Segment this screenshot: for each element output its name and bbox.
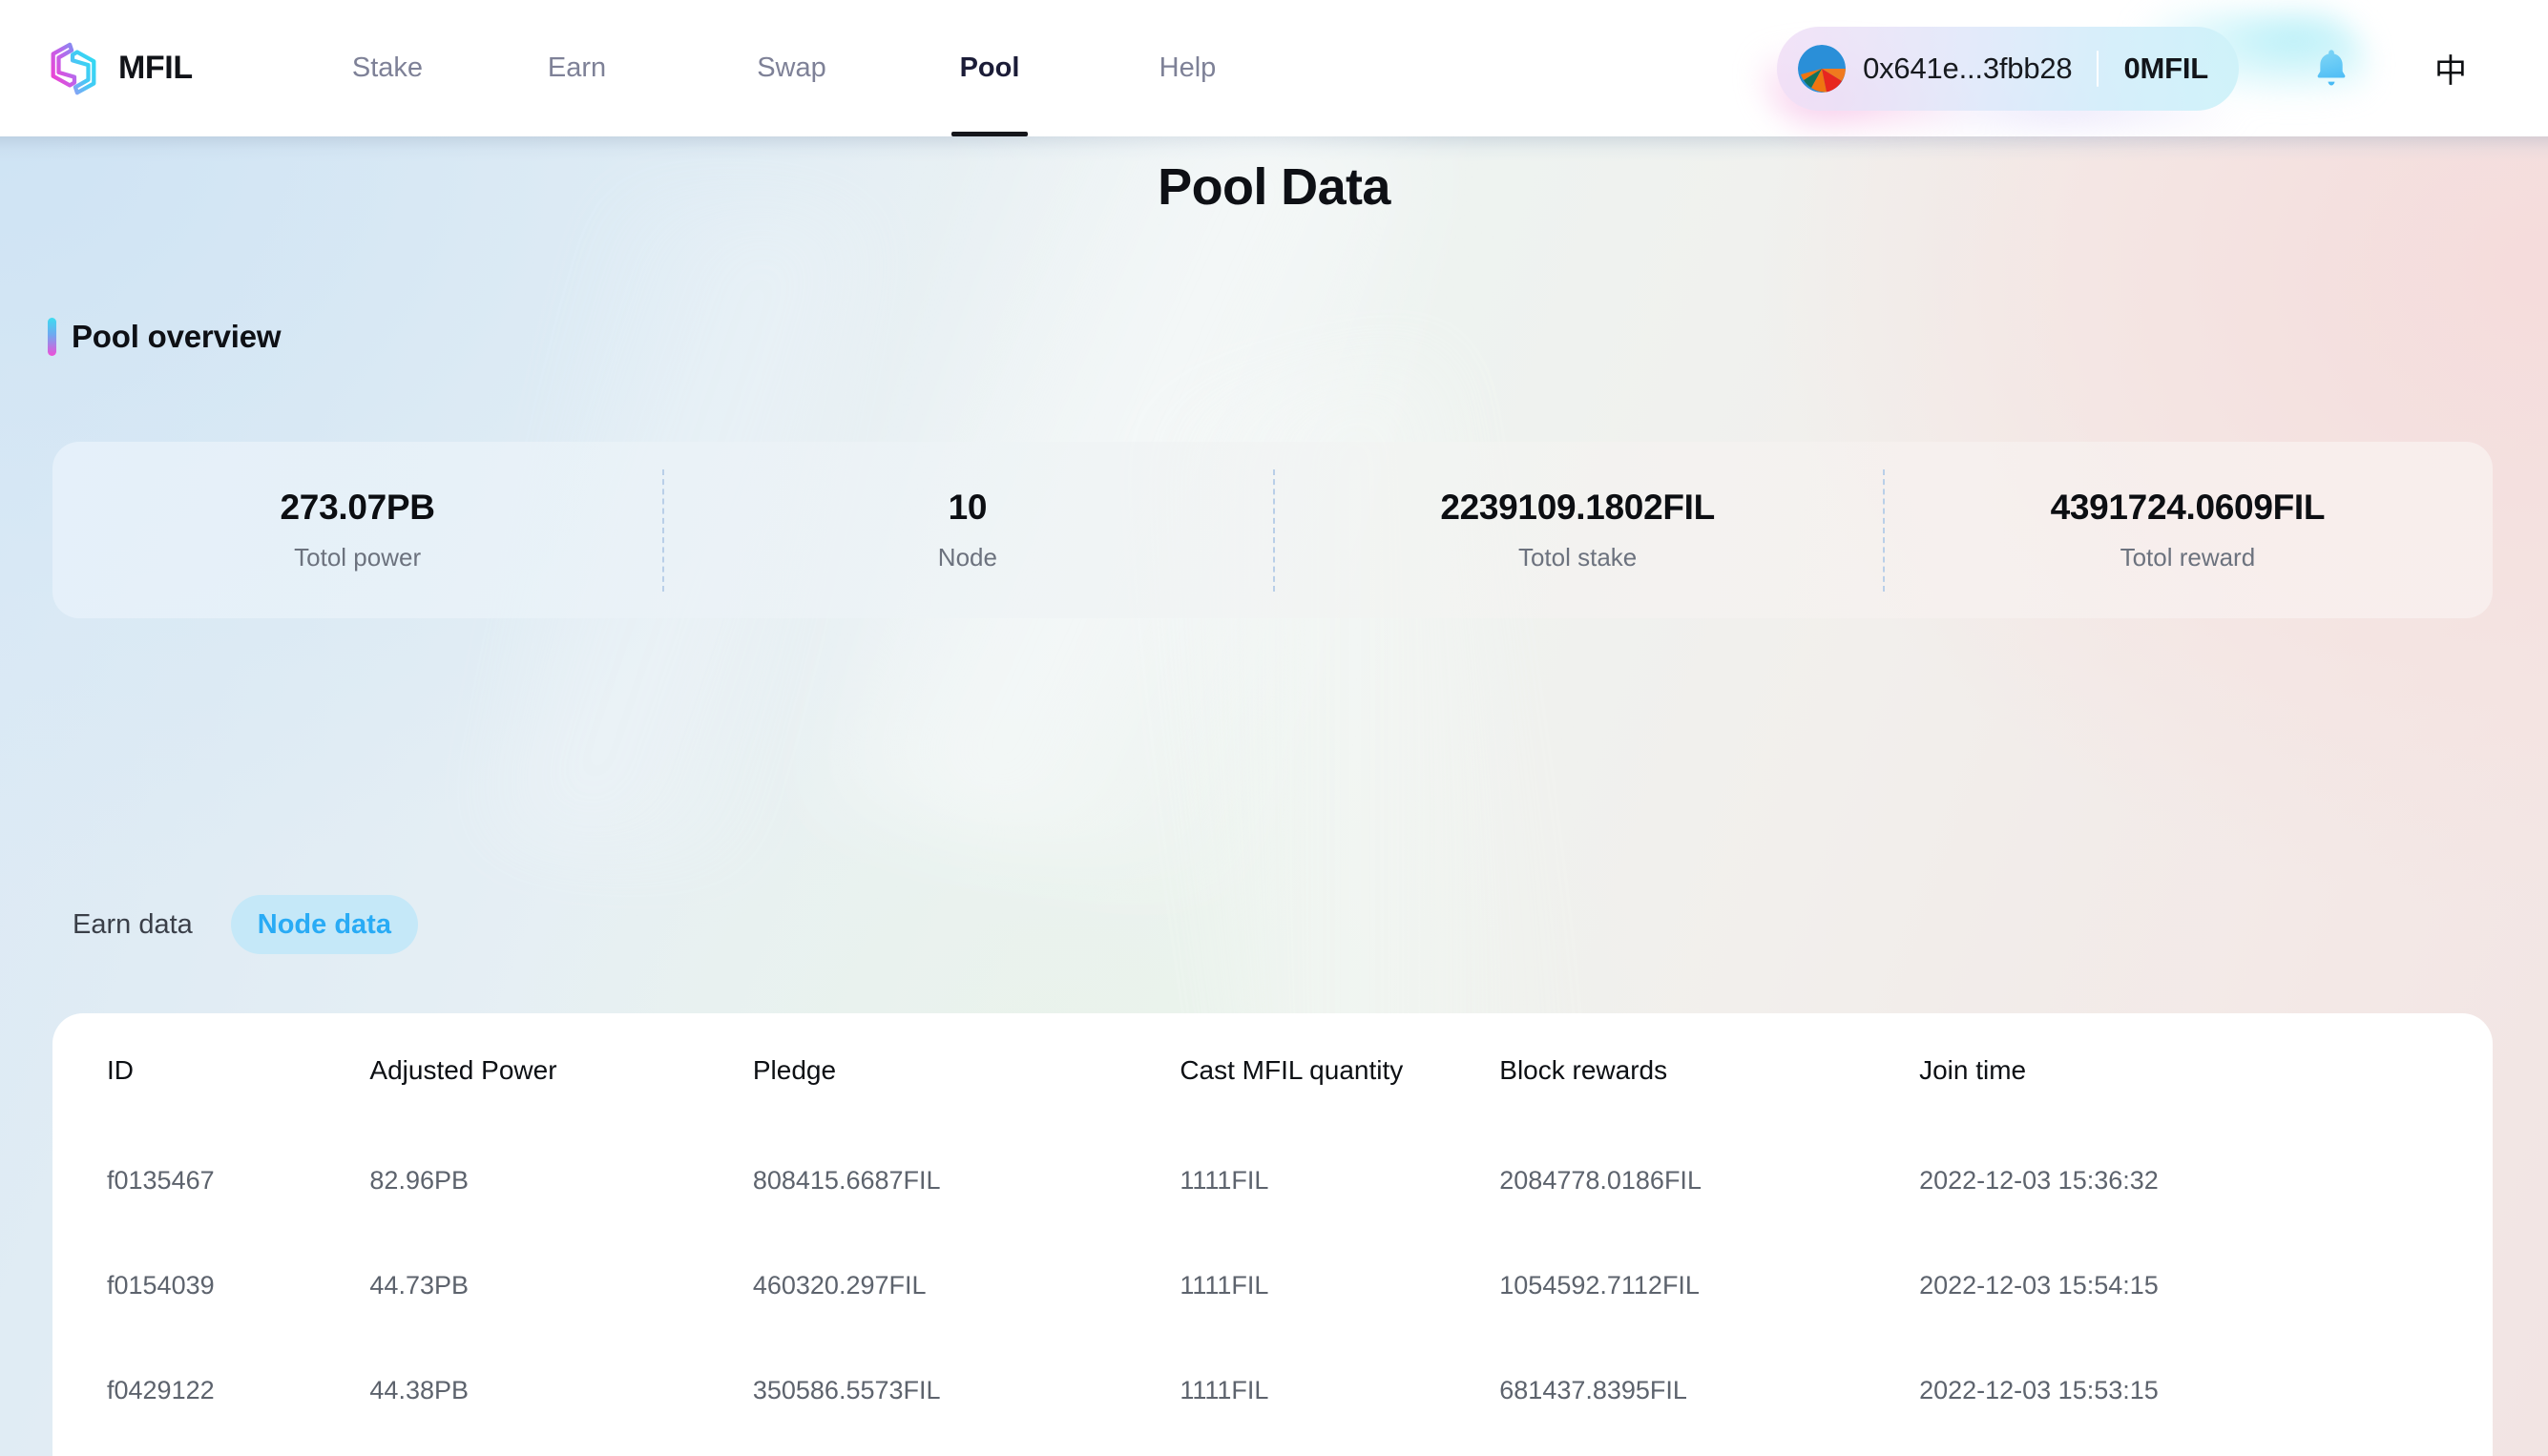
data-tabs: Earn data Node data [46,895,418,954]
column-header-id[interactable]: ID [52,1013,369,1128]
notification-bell-icon [2317,49,2346,85]
language-toggle-button[interactable]: 中 [2422,40,2479,97]
mfil-hexagon-logo-icon [51,42,96,94]
wallet-widget: 0x641e...3fbb28 0MFIL [1760,10,2368,126]
stat-value: 4391724.0609FIL [2050,488,2326,527]
cell-adjusted-power: 44.73PB [369,1270,469,1300]
cell-id: f0429122 [107,1375,215,1404]
cell-cast-mfil: 1111FIL [1180,1165,1269,1195]
tab-earn-data[interactable]: Earn data [46,895,219,954]
stat-node: 10 Node [662,488,1272,572]
header-right-controls: 0x641e...3fbb28 0MFIL 中 [1760,0,2548,136]
wallet-avatar-pie-icon [1798,44,1847,93]
cell-join-time: 2022-12-03 15:53:15 [1919,1375,2159,1404]
cell-id: f0135467 [107,1165,215,1195]
main-content: Pool Data Pool overview 273.07PB Totol p… [0,136,2548,1456]
wallet-address: 0x641e...3fbb28 [1863,51,2073,85]
section-title: Pool overview [72,319,282,354]
nav-label: Stake [351,52,424,83]
table-header-row: ID Adjusted Power Pledge Cast MFIL quant… [52,1013,2493,1128]
table-row[interactable]: f0135467 82.96PB 808415.6687FIL 1111FIL … [52,1128,2493,1233]
tab-label: Earn data [73,908,193,940]
cell-block-rewards: 681437.8395FIL [1499,1375,1687,1404]
nav-label: Earn [547,52,607,83]
column-header-cast-mfil-quantity[interactable]: Cast MFIL quantity [1180,1013,1499,1128]
section-accent-bar [48,318,56,356]
wallet-button[interactable]: 0x641e...3fbb28 0MFIL [1777,26,2239,111]
table-body: f0135467 82.96PB 808415.6687FIL 1111FIL … [52,1128,2493,1443]
table-row[interactable]: f0154039 44.73PB 460320.297FIL 1111FIL 1… [52,1233,2493,1338]
cell-pledge: 808415.6687FIL [752,1165,941,1195]
language-label: 中 [2434,53,2467,90]
nav-item-help[interactable]: Help [1080,0,1295,136]
nav-item-earn[interactable]: Earn [470,0,684,136]
stat-value: 10 [948,488,988,527]
stat-label: Totol stake [1517,543,1638,572]
table-header: ID Adjusted Power Pledge Cast MFIL quant… [52,1013,2493,1128]
nav-item-pool[interactable]: Pool [899,0,1080,136]
notification-bell-button[interactable] [2306,40,2357,97]
stat-total-reward: 4391724.0609FIL Totol reward [1883,488,2493,572]
brand-name: MFIL [118,50,193,86]
stat-total-power: 273.07PB Totol power [52,488,662,572]
cell-block-rewards: 1054592.7112FIL [1499,1270,1700,1300]
cell-block-rewards: 2084778.0186FIL [1499,1165,1702,1195]
nav-label: Help [1159,52,1217,83]
stat-value: 2239109.1802FIL [1440,488,1715,527]
wallet-divider [2097,50,2099,87]
tab-label: Node data [257,908,391,940]
app-header: MFIL Stake Earn Swap Pool Help 0x641e...… [0,0,2548,136]
stat-label: Totol power [294,543,422,572]
page-title: Pool Data [1158,158,1390,216]
cell-pledge: 350586.5573FIL [752,1375,941,1404]
stat-value: 273.07PB [280,488,435,527]
cell-cast-mfil: 1111FIL [1180,1375,1269,1404]
tab-node-data[interactable]: Node data [230,895,418,954]
wallet-balance: 0MFIL [2123,51,2208,85]
cell-cast-mfil: 1111FIL [1180,1270,1269,1300]
column-header-adjusted-power[interactable]: Adjusted Power [369,1013,752,1128]
column-header-block-rewards[interactable]: Block rewards [1499,1013,1919,1128]
node-data-table-card: ID Adjusted Power Pledge Cast MFIL quant… [52,1013,2493,1456]
cell-adjusted-power: 44.38PB [369,1375,469,1404]
column-header-join-time[interactable]: Join time [1919,1013,2493,1128]
cell-adjusted-power: 82.96PB [369,1165,469,1195]
column-header-pledge[interactable]: Pledge [753,1013,1180,1128]
cell-join-time: 2022-12-03 15:36:32 [1919,1165,2159,1195]
table-row[interactable]: f0429122 44.38PB 350586.5573FIL 1111FIL … [52,1338,2493,1443]
stat-label: Totol reward [2120,543,2256,572]
nav-item-stake[interactable]: Stake [305,0,470,136]
cell-id: f0154039 [107,1270,215,1300]
brand-logo[interactable]: MFIL [44,0,193,136]
cell-pledge: 460320.297FIL [752,1270,927,1300]
cell-join-time: 2022-12-03 15:54:15 [1919,1270,2159,1300]
stat-label: Node [937,543,997,572]
nav-label: Swap [757,52,826,83]
section-header-pool-overview: Pool overview [48,318,282,356]
nav-label: Pool [959,52,1020,83]
pool-overview-stats-card: 273.07PB Totol power 10 Node 2239109.180… [52,442,2493,618]
main-navigation: Stake Earn Swap Pool Help [305,0,1295,136]
node-data-table: ID Adjusted Power Pledge Cast MFIL quant… [52,1013,2493,1443]
stat-total-stake: 2239109.1802FIL Totol stake [1273,488,1883,572]
nav-item-swap[interactable]: Swap [684,0,899,136]
